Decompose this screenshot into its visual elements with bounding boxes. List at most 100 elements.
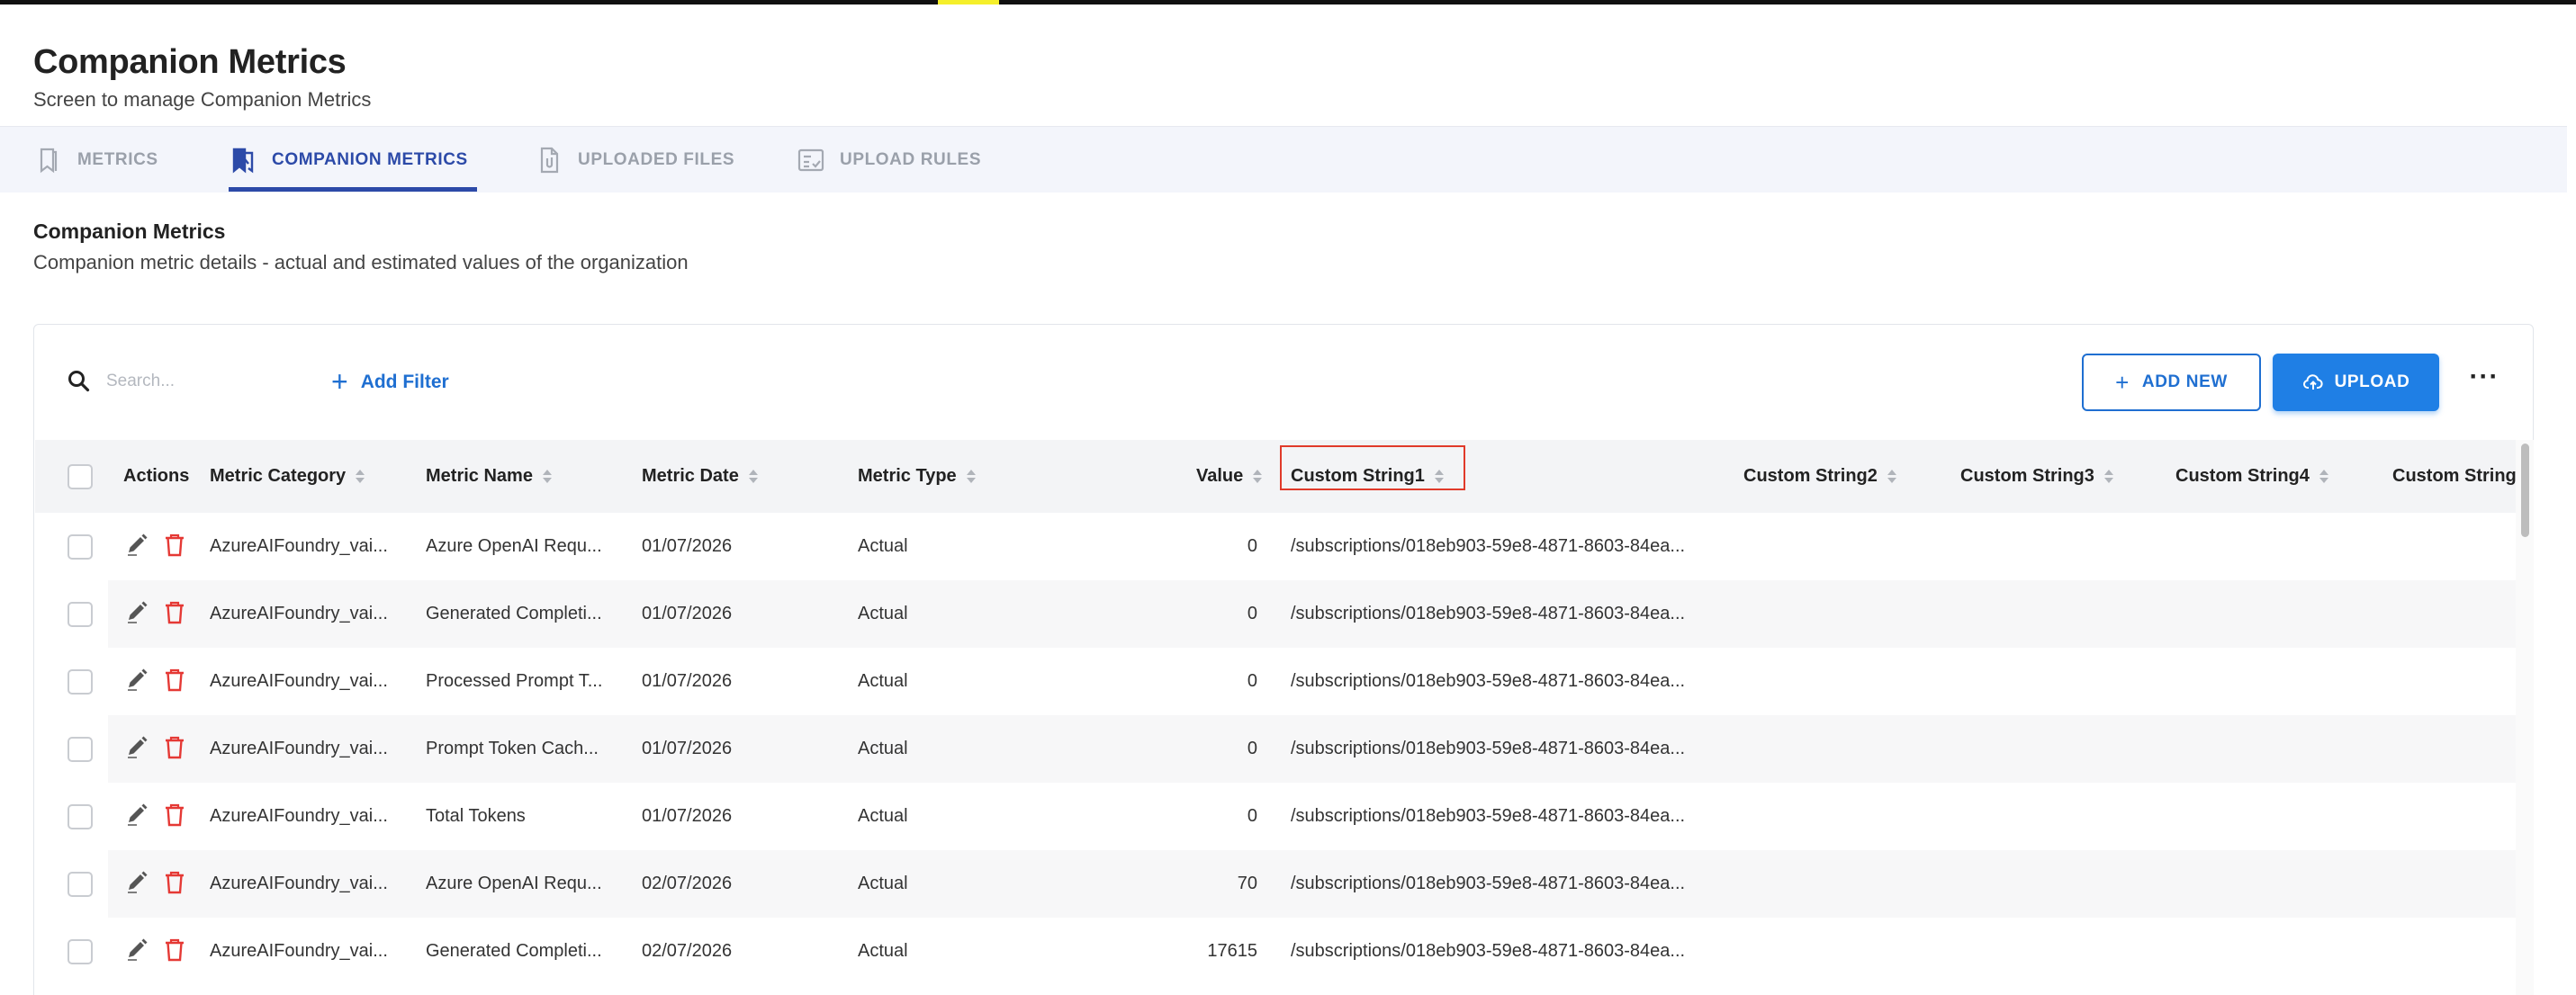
- column-header-custom-string1[interactable]: Custom String1: [1291, 440, 1445, 513]
- cell-metric-type: Actual: [858, 536, 908, 556]
- edit-icon[interactable]: [125, 668, 149, 693]
- cell-custom-string1: /subscriptions/018eb903-59e8-4871-8603-8…: [1291, 739, 1686, 758]
- cell-metric-type: Actual: [858, 604, 908, 623]
- cell-custom-string1: /subscriptions/018eb903-59e8-4871-8603-8…: [1291, 671, 1686, 691]
- sort-icon[interactable]: [966, 469, 977, 485]
- sort-icon[interactable]: [1434, 469, 1445, 485]
- checklist-icon: [797, 148, 824, 172]
- cell-metric-type: Actual: [858, 671, 908, 691]
- select-all-checkbox[interactable]: [68, 463, 93, 489]
- sort-icon[interactable]: [748, 469, 759, 485]
- row-checkbox[interactable]: [68, 601, 93, 627]
- table-row[interactable]: AzureAIFoundry_vai... Prompt Token Cach.…: [35, 715, 2516, 783]
- cell-value: 70: [1237, 874, 1257, 893]
- delete-icon[interactable]: [163, 533, 186, 558]
- add-new-label: ADD NEW: [2141, 372, 2228, 391]
- sort-icon[interactable]: [2103, 469, 2114, 485]
- column-header-value[interactable]: Value: [1196, 440, 1263, 513]
- tab-metrics-label: METRICS: [77, 150, 158, 169]
- cell-metric-name: Azure OpenAI Requ...: [426, 874, 602, 893]
- tab-uploaded-files[interactable]: UPLOADED FILES: [535, 127, 734, 193]
- table-scrollbar[interactable]: [2516, 440, 2534, 995]
- column-header-custom-string2[interactable]: Custom String2: [1743, 440, 1897, 513]
- cell-custom-string1: /subscriptions/018eb903-59e8-4871-8603-8…: [1291, 806, 1686, 826]
- table-row[interactable]: AzureAIFoundry_vai... Azure OpenAI Requ.…: [35, 513, 2516, 580]
- cell-metric-type: Actual: [858, 806, 908, 826]
- column-header-metric-category[interactable]: Metric Category: [210, 440, 365, 513]
- column-header-custom-string3[interactable]: Custom String3: [1960, 440, 2114, 513]
- tab-metrics[interactable]: METRICS: [34, 127, 158, 193]
- cell-metric-category: AzureAIFoundry_vai...: [210, 874, 388, 893]
- edit-icon[interactable]: [125, 937, 149, 963]
- column-header-label: Metric Type: [858, 466, 957, 486]
- top-bar: [0, 0, 2576, 4]
- cell-metric-date: 01/07/2026: [642, 536, 733, 556]
- search-icon: [68, 371, 90, 392]
- delete-icon[interactable]: [163, 937, 186, 963]
- column-header-custom-string5[interactable]: Custom String: [2392, 440, 2516, 513]
- cell-metric-date: 02/07/2026: [642, 874, 733, 893]
- sort-icon[interactable]: [1887, 469, 1897, 485]
- row-checkbox[interactable]: [68, 668, 93, 695]
- column-header-label: Custom String2: [1743, 466, 1878, 486]
- column-header-metric-type[interactable]: Metric Type: [858, 440, 977, 513]
- cell-metric-date: 01/07/2026: [642, 806, 733, 826]
- row-checkbox[interactable]: [68, 533, 93, 560]
- add-new-button[interactable]: + ADD NEW: [2082, 354, 2261, 411]
- sort-icon[interactable]: [355, 469, 365, 485]
- edit-icon[interactable]: [125, 533, 149, 558]
- search-input[interactable]: [106, 366, 304, 397]
- column-header-metric-name[interactable]: Metric Name: [426, 440, 553, 513]
- tab-companion-metrics-label: COMPANION METRICS: [272, 150, 468, 169]
- plus-icon: +: [2115, 369, 2130, 396]
- table-header: Actions Metric Category Metric Name Metr…: [35, 440, 2516, 513]
- cell-metric-type: Actual: [858, 941, 908, 961]
- companion-bookmark-icon: [232, 148, 254, 174]
- table-row[interactable]: AzureAIFoundry_vai... Processed Prompt T…: [35, 648, 2516, 715]
- delete-icon[interactable]: [163, 735, 186, 760]
- table-row[interactable]: AzureAIFoundry_vai... Total Tokens 01/07…: [35, 783, 2516, 850]
- upload-button[interactable]: UPLOAD: [2273, 354, 2439, 411]
- tab-companion-metrics[interactable]: COMPANION METRICS: [229, 127, 477, 193]
- table-row[interactable]: AzureAIFoundry_vai... Generated Completi…: [35, 918, 2516, 985]
- cell-metric-type: Actual: [858, 739, 908, 758]
- column-header-label: Custom String: [2392, 466, 2516, 486]
- file-attachment-icon: [540, 147, 559, 174]
- sort-icon[interactable]: [2319, 469, 2329, 485]
- sort-icon[interactable]: [1252, 469, 1263, 485]
- delete-icon[interactable]: [163, 668, 186, 693]
- column-header-custom-string4[interactable]: Custom String4: [2175, 440, 2329, 513]
- tab-upload-rules[interactable]: UPLOAD RULES: [797, 127, 981, 193]
- delete-icon[interactable]: [163, 802, 186, 828]
- edit-icon[interactable]: [125, 600, 149, 625]
- column-header-actions: Actions: [123, 440, 189, 513]
- cell-metric-date: 01/07/2026: [642, 604, 733, 623]
- edit-icon[interactable]: [125, 870, 149, 895]
- edit-icon[interactable]: [125, 802, 149, 828]
- cell-metric-date: 01/07/2026: [642, 671, 733, 691]
- column-header-label: Custom String3: [1960, 466, 2094, 486]
- cell-custom-string1: /subscriptions/018eb903-59e8-4871-8603-8…: [1291, 536, 1686, 556]
- row-checkbox[interactable]: [68, 938, 93, 964]
- cell-metric-date: 01/07/2026: [642, 739, 733, 758]
- column-header-label: Metric Category: [210, 466, 347, 486]
- sort-icon[interactable]: [542, 469, 553, 485]
- table-row[interactable]: AzureAIFoundry_vai... Azure OpenAI Requ.…: [35, 850, 2516, 918]
- row-checkbox[interactable]: [68, 871, 93, 897]
- row-select-cell: [68, 513, 93, 580]
- edit-icon[interactable]: [125, 735, 149, 760]
- delete-icon[interactable]: [163, 600, 186, 625]
- add-filter-button[interactable]: + Add Filter: [331, 364, 449, 400]
- cell-value: 0: [1247, 739, 1257, 758]
- scrollbar-thumb[interactable]: [2521, 444, 2529, 537]
- column-header-metric-date[interactable]: Metric Date: [642, 440, 759, 513]
- section-description: Companion metric details - actual and es…: [33, 251, 689, 273]
- row-checkbox[interactable]: [68, 803, 93, 829]
- table-row[interactable]: AzureAIFoundry_vai... Generated Completi…: [35, 580, 2516, 648]
- row-select-cell: [68, 850, 93, 918]
- cell-value: 0: [1247, 536, 1257, 556]
- delete-icon[interactable]: [163, 870, 186, 895]
- more-options-icon[interactable]: ···: [2464, 363, 2504, 399]
- cell-value: 17615: [1207, 941, 1257, 961]
- row-checkbox[interactable]: [68, 736, 93, 762]
